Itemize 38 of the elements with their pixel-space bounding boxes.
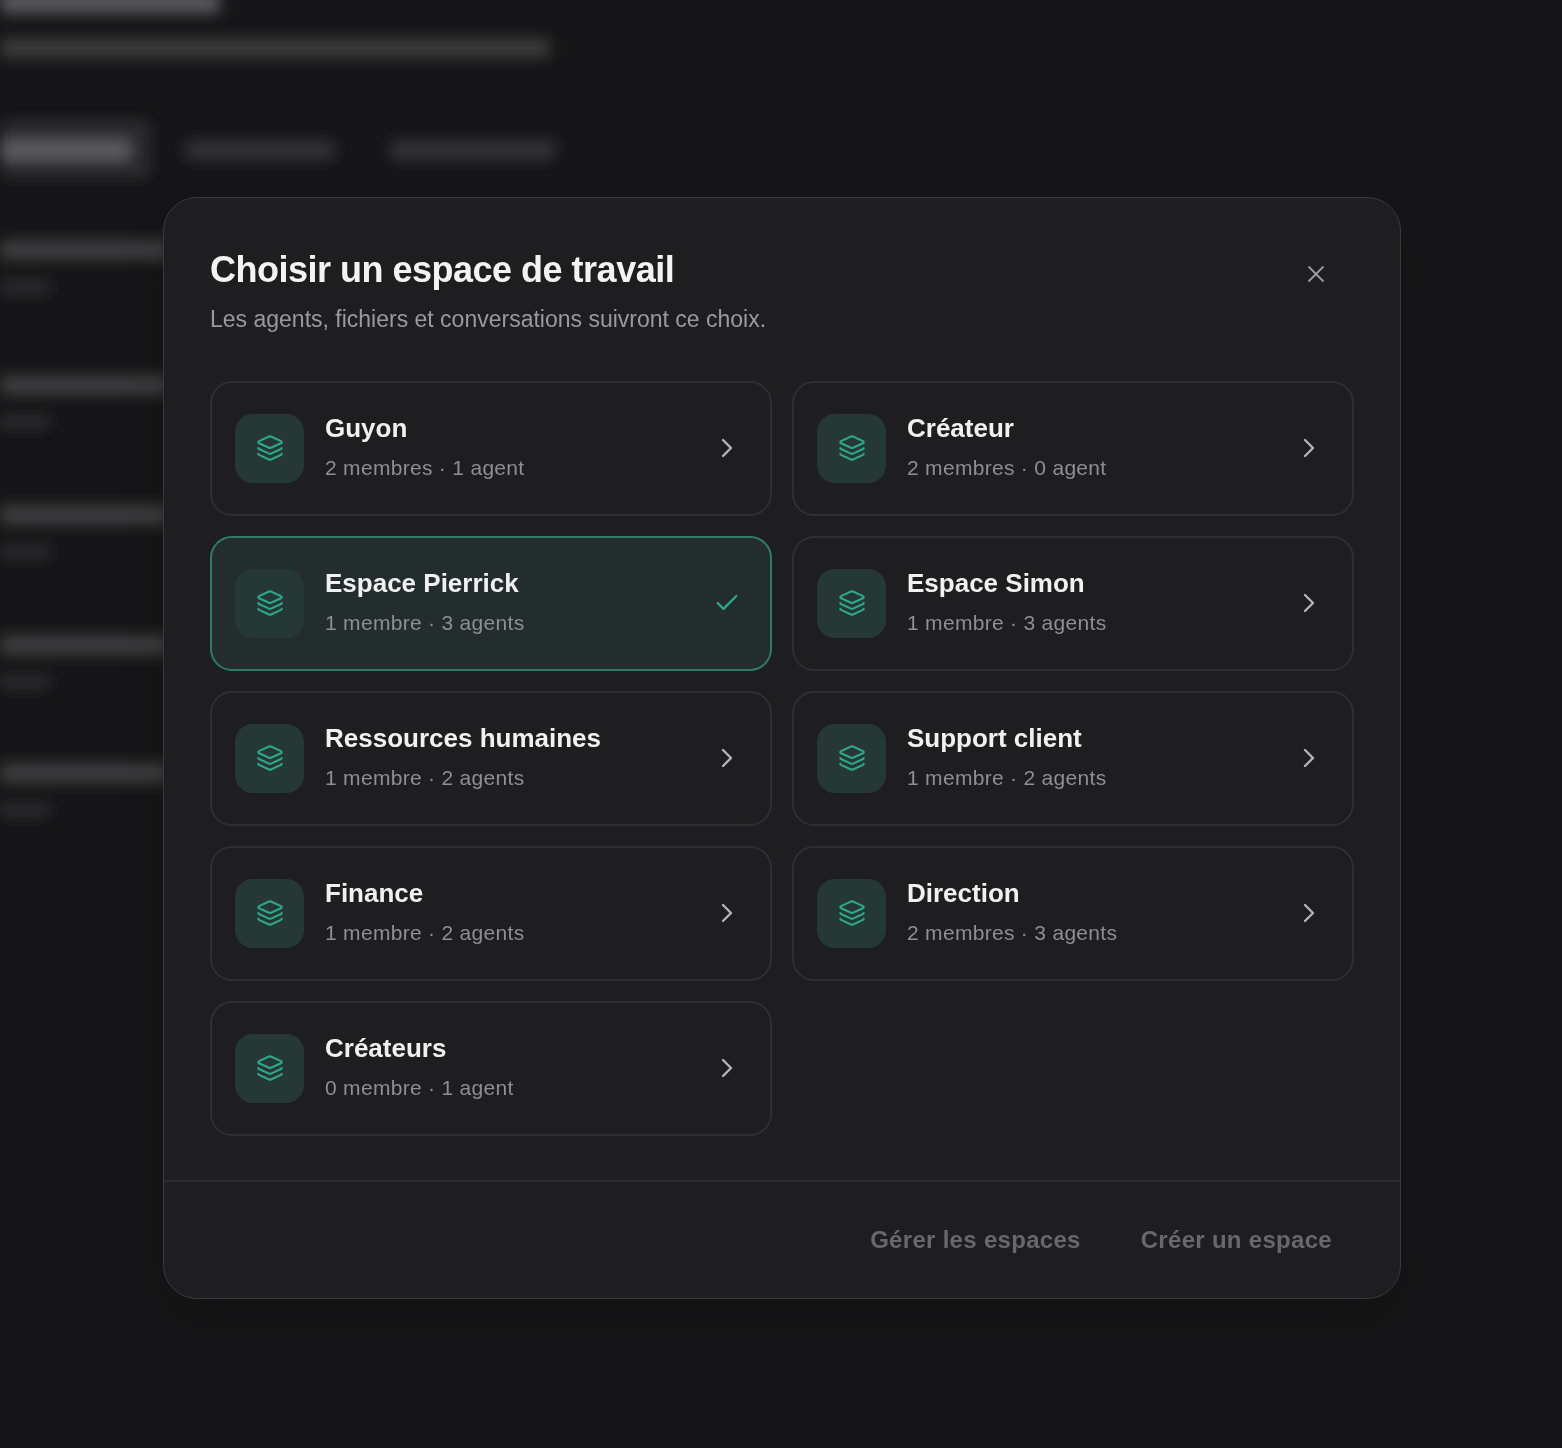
- workspace-meta: 0 membre · 1 agent: [325, 1075, 515, 1102]
- layers-icon: [235, 413, 304, 483]
- workspace-meta: 1 membre · 2 agents: [907, 765, 1108, 792]
- workspace-name: Finance: [325, 877, 425, 910]
- workspace-card[interactable]: Créateurs 0 membre · 1 agent: [210, 1000, 772, 1136]
- workspace-name: Créateur: [907, 412, 1015, 445]
- layers-icon: [817, 413, 886, 483]
- workspace-name: Espace Pierrick: [325, 567, 520, 600]
- layers-icon: [235, 878, 304, 948]
- layers-icon: [235, 568, 304, 638]
- layers-icon: [817, 723, 886, 793]
- workspace-name: Espace Simon: [907, 567, 1086, 600]
- layers-icon: [235, 1033, 304, 1103]
- workspace-card[interactable]: Direction 2 membres · 3 agents: [792, 845, 1354, 981]
- workspace-card[interactable]: Espace Simon 1 membre · 3 agents: [792, 535, 1354, 671]
- workspace-card[interactable]: Support client 1 membre · 2 agents: [792, 690, 1354, 826]
- workspace-meta: 1 membre · 2 agents: [325, 765, 526, 792]
- workspace-meta: 1 membre · 2 agents: [325, 920, 526, 947]
- workspace-card[interactable]: Espace Pierrick 1 membre · 3 agents: [210, 535, 772, 671]
- workspace-meta: 2 membres · 1 agent: [325, 455, 526, 482]
- workspace-name: Direction: [907, 877, 1021, 910]
- workspace-meta: 1 membre · 3 agents: [907, 610, 1108, 637]
- workspace-name: Créateurs: [325, 1032, 448, 1065]
- workspace-card[interactable]: Ressources humaines 1 membre · 2 agents: [210, 690, 772, 826]
- workspace-name: Support client: [907, 722, 1083, 755]
- dialog-title: Choisir un espace de travail: [210, 248, 675, 292]
- workspace-name: Guyon: [325, 412, 409, 445]
- workspace-meta: 1 membre · 3 agents: [325, 610, 526, 637]
- dialog-subtitle: Les agents, fichiers et conversations suivront ce choix.: [210, 305, 768, 334]
- workspace-name: Ressources humaines: [325, 722, 602, 755]
- layers-icon: [817, 878, 886, 948]
- workspace-meta: 2 membres · 0 agent: [907, 455, 1108, 482]
- workspace-card[interactable]: Guyon 2 membres · 1 agent: [210, 380, 772, 516]
- workspace-meta: 2 membres · 3 agents: [907, 920, 1119, 947]
- layers-icon: [235, 723, 304, 793]
- workspace-card[interactable]: Finance 1 membre · 2 agents: [210, 845, 772, 981]
- layers-icon: [817, 568, 886, 638]
- workspace-card[interactable]: Créateur 2 membres · 0 agent: [792, 380, 1354, 516]
